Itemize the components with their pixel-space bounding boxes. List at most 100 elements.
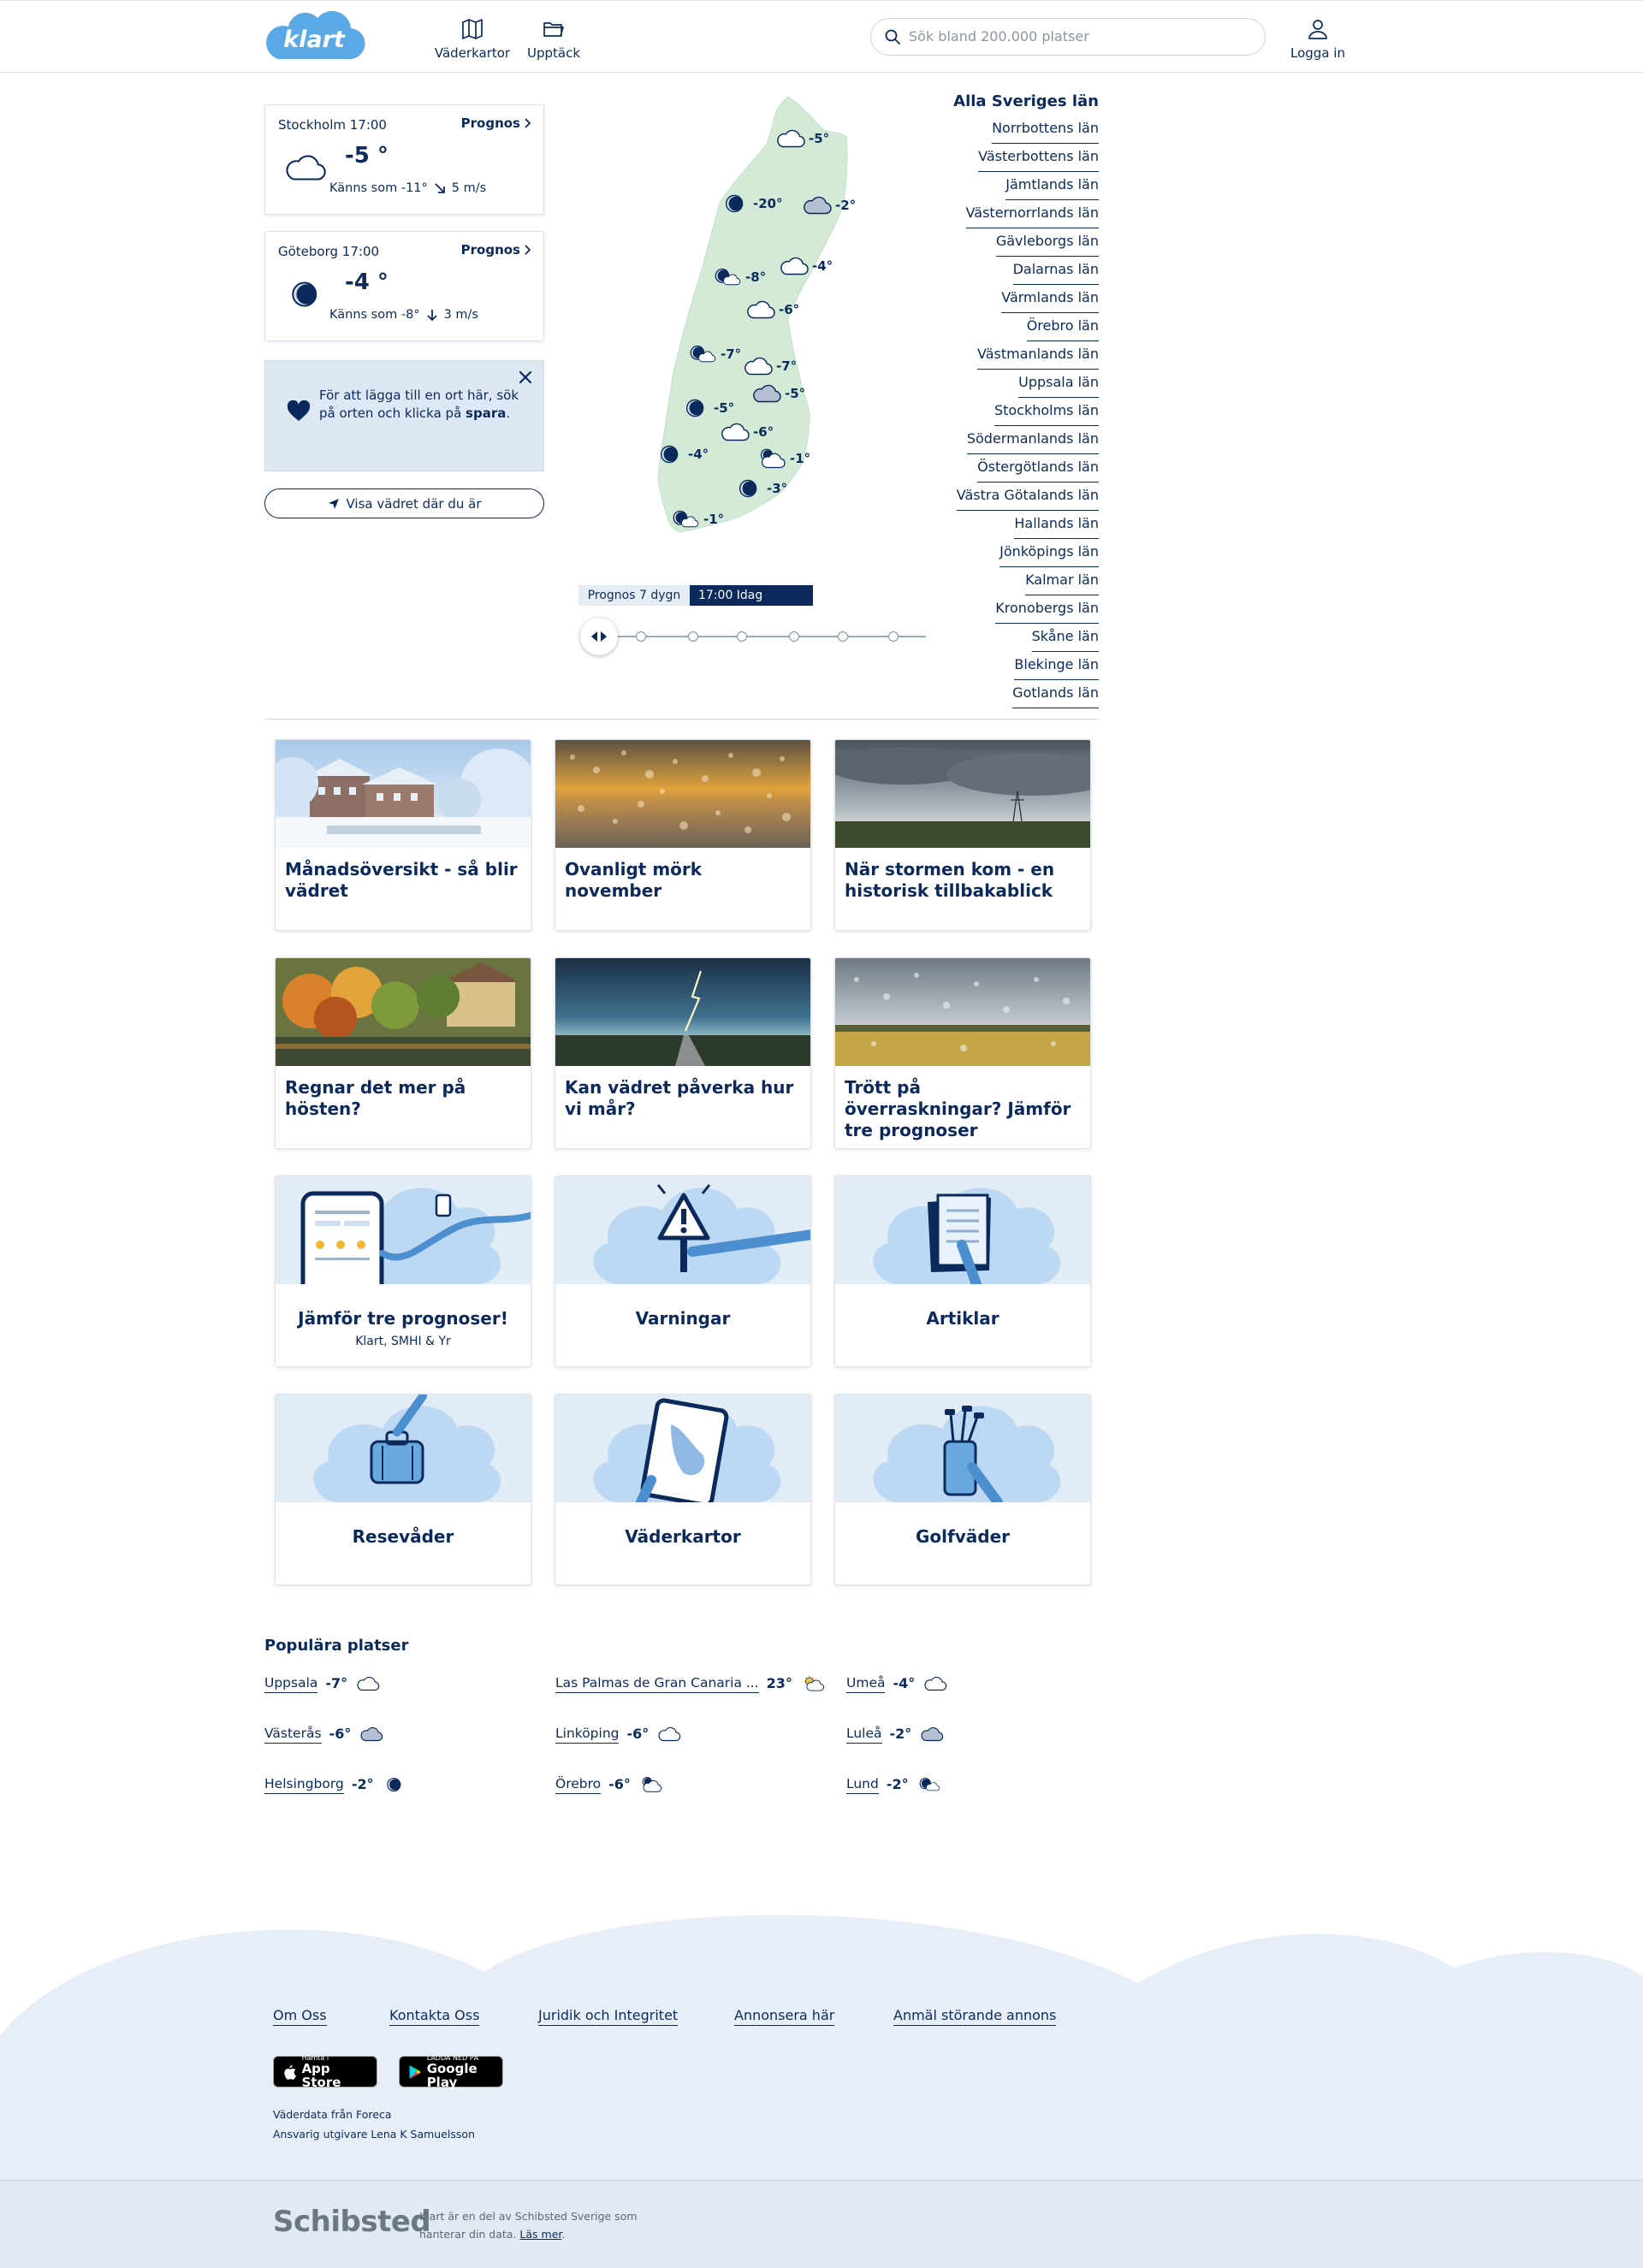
map-marker[interactable]: -4°: [778, 255, 833, 277]
region-link[interactable]: Dalarnas län: [1012, 257, 1099, 285]
map-marker[interactable]: -5°: [774, 127, 829, 150]
region-link[interactable]: Jämtlands län: [1005, 172, 1099, 200]
saved-location-card[interactable]: Stockholm 17:00 Prognos -5 ° Känns som -…: [264, 104, 544, 215]
footer-link[interactable]: Anmäl störande annons: [893, 2006, 1057, 2026]
read-more-link[interactable]: Läs mer: [519, 2228, 561, 2241]
popular-place-link[interactable]: Lund: [846, 1774, 879, 1794]
map-marker[interactable]: -2°: [801, 194, 856, 216]
footer-link[interactable]: Om Oss: [273, 2006, 327, 2026]
footer-link[interactable]: Kontakta Oss: [389, 2006, 480, 2026]
region-link[interactable]: Blekinge län: [1014, 652, 1099, 680]
cloud-icon: [719, 421, 751, 443]
footer-link[interactable]: Annonsera här: [734, 2006, 835, 2026]
region-link[interactable]: Västernorrlands län: [965, 200, 1099, 228]
feature-card[interactable]: Resevåder: [275, 1394, 531, 1585]
login-button[interactable]: Logga in: [1284, 18, 1352, 61]
forecast-timeline-step[interactable]: [737, 631, 747, 642]
region-link[interactable]: Östergötlands län: [977, 454, 1099, 483]
article-card[interactable]: Ovanligt mörk november: [555, 739, 811, 931]
article-card[interactable]: Kan vädret påverka hur vi mår?: [555, 957, 811, 1149]
show-my-location-button[interactable]: Visa vädret där du är: [264, 489, 544, 518]
region-link[interactable]: Hallands län: [1014, 511, 1099, 539]
forecast-timeline-step[interactable]: [688, 631, 698, 642]
map-marker[interactable]: -6°: [744, 299, 799, 321]
region-link[interactable]: Örebro län: [1026, 313, 1099, 341]
region-link[interactable]: Västerbottens län: [978, 144, 1099, 172]
region-link[interactable]: Södermanlands län: [966, 426, 1099, 454]
popular-place-link[interactable]: Luleå: [846, 1724, 882, 1744]
forecast-timeline-step[interactable]: [636, 631, 646, 642]
footer-link[interactable]: Juridik och Integritet: [538, 2006, 679, 2026]
region-link[interactable]: Jönköpings län: [999, 539, 1099, 567]
popular-place-link[interactable]: Uppsala: [264, 1673, 318, 1693]
forecast-timeline-track[interactable]: [618, 636, 926, 637]
feature-card[interactable]: Jämför tre prognoser! Klart, SMHI & Yr: [275, 1175, 531, 1367]
tip-text-bold: spara: [466, 406, 507, 421]
feature-card[interactable]: Golfväder: [834, 1394, 1091, 1585]
region-link[interactable]: Värmlands län: [1001, 285, 1099, 313]
map-marker[interactable]: -1°: [756, 447, 810, 470]
saved-location-card[interactable]: Göteborg 17:00 Prognos -4 ° Känns som -8…: [264, 231, 544, 341]
region-link[interactable]: Stockholms län: [994, 398, 1099, 426]
region-link[interactable]: Norrbottens län: [992, 115, 1099, 144]
feature-card[interactable]: Artiklar: [834, 1175, 1091, 1367]
map-marker[interactable]: -5°: [750, 382, 805, 405]
map-marker[interactable]: -3°: [733, 477, 787, 500]
article-card-title: Månadsöversikt - så blir vädret: [285, 859, 518, 901]
klart-logo[interactable]: klart: [264, 9, 365, 62]
left-right-arrows-icon: [591, 631, 607, 642]
app-store-badge[interactable]: Hämta i App Store: [273, 2054, 377, 2089]
feels-like-text: Känns som -11°: [329, 181, 428, 195]
article-card-title: Kan vädret påverka hur vi mår?: [565, 1077, 794, 1119]
region-link[interactable]: Kronobergs län: [995, 595, 1099, 624]
region-list: Norrbottens län Västerbottens län Jämtland…: [956, 115, 1099, 708]
forecast-timeline-step[interactable]: [789, 631, 799, 642]
map-marker[interactable]: -5°: [679, 397, 734, 419]
rain-window-photo: [555, 740, 810, 848]
map-marker[interactable]: -4°: [654, 443, 709, 465]
region-link[interactable]: Västmanlands län: [976, 341, 1099, 370]
popular-place-link[interactable]: Västerås: [264, 1724, 322, 1744]
article-card[interactable]: Månadsöversikt - så blir vädret: [275, 739, 531, 931]
popular-place-link[interactable]: Umeå: [846, 1673, 886, 1693]
region-link[interactable]: Kalmar län: [1025, 567, 1099, 595]
forecast-timeline-step[interactable]: [838, 631, 848, 642]
feature-card[interactable]: Väderkartor: [555, 1394, 811, 1585]
nav-weather-maps[interactable]: Väderkartor: [428, 18, 517, 61]
map-marker-temperature: -4°: [688, 447, 709, 462]
google-play-badge[interactable]: LADDA NED PÅ Google Play: [399, 2054, 503, 2089]
nav-discover[interactable]: Upptäck: [522, 18, 585, 61]
feature-card[interactable]: Varningar: [555, 1175, 811, 1367]
region-link[interactable]: Uppsala län: [1018, 370, 1099, 398]
map-marker[interactable]: -7°: [742, 355, 797, 377]
search-input[interactable]: [909, 19, 1251, 54]
popular-place-link[interactable]: Örebro: [555, 1774, 602, 1794]
phone-illustration: [276, 1176, 531, 1284]
map-marker[interactable]: -20°: [719, 192, 783, 215]
forecast-timeline-step[interactable]: [888, 631, 899, 642]
forecast-link[interactable]: Prognos: [461, 242, 531, 258]
map-marker[interactable]: -8°: [711, 266, 766, 288]
region-link[interactable]: Skåne län: [1031, 624, 1099, 652]
footer-bottom-band: [0, 2181, 1643, 2268]
close-icon[interactable]: [518, 370, 533, 385]
popular-place-link[interactable]: Helsingborg: [264, 1774, 344, 1794]
schibsted-logo[interactable]: Schibsted: [273, 2205, 431, 2239]
region-row: Västernorrlands län: [965, 200, 1099, 228]
map-marker[interactable]: -7°: [686, 343, 741, 365]
region-link[interactable]: Gotlands län: [1012, 680, 1099, 708]
search-box[interactable]: [870, 18, 1266, 56]
forecast-link[interactable]: Prognos: [461, 115, 531, 131]
region-link[interactable]: Gävleborgs län: [995, 228, 1099, 257]
article-card[interactable]: När stormen kom - en historisk tillbakab…: [834, 739, 1091, 931]
article-card[interactable]: Trött på överraskningar? Jämför tre prog…: [834, 957, 1091, 1149]
popular-place-link[interactable]: Linköping: [555, 1724, 620, 1744]
popular-place-link[interactable]: Las Palmas de Gran Canaria ...: [555, 1673, 759, 1693]
lightning-photo: [555, 958, 810, 1066]
forecast-timeline-handle[interactable]: [580, 618, 618, 655]
feature-card-subtitle: Klart, SMHI & Yr: [355, 1335, 451, 1348]
map-marker[interactable]: -1°: [669, 508, 724, 530]
article-card[interactable]: Regnar det mer på hösten?: [275, 957, 531, 1149]
map-marker[interactable]: -6°: [719, 421, 774, 443]
region-link[interactable]: Västra Götalands län: [956, 483, 1099, 511]
